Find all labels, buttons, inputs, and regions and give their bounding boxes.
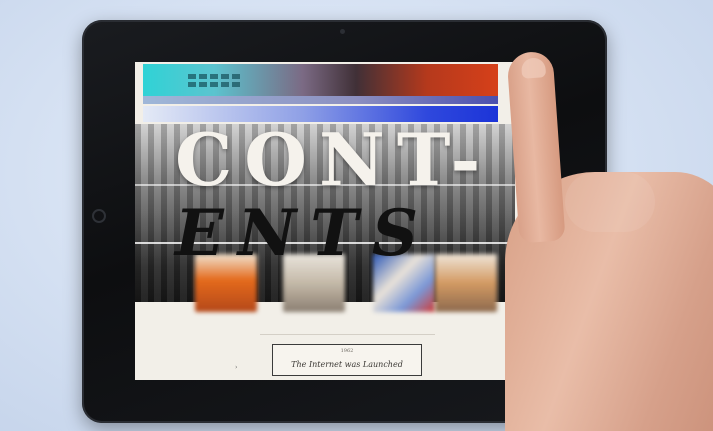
chevron-right-icon[interactable]: › <box>235 364 237 371</box>
color-gradient-strip <box>143 64 498 96</box>
index-finger <box>506 50 566 244</box>
fingernail <box>520 57 547 79</box>
article-thumbnail[interactable] <box>435 254 497 312</box>
knuckle <box>565 172 655 232</box>
event-title: The Internet was Launched <box>291 360 403 369</box>
thumbnail-grid-icon[interactable] <box>188 74 240 87</box>
photo-scene: CONT- ENTS › 1962 The Internet was Launc… <box>0 0 713 431</box>
front-camera <box>340 29 345 34</box>
contents-headline-line-1: CONT- <box>175 117 493 202</box>
purple-strip <box>143 96 498 104</box>
contents-headline-line-2: ENTS <box>175 196 433 271</box>
timeline-event-card[interactable]: 1962 The Internet was Launched <box>272 344 422 376</box>
divider <box>260 334 435 335</box>
event-year: 1962 <box>340 348 354 354</box>
tablet-screen[interactable]: CONT- ENTS › 1962 The Internet was Launc… <box>135 62 545 380</box>
home-button[interactable] <box>92 209 106 223</box>
pointing-hand <box>505 50 713 431</box>
